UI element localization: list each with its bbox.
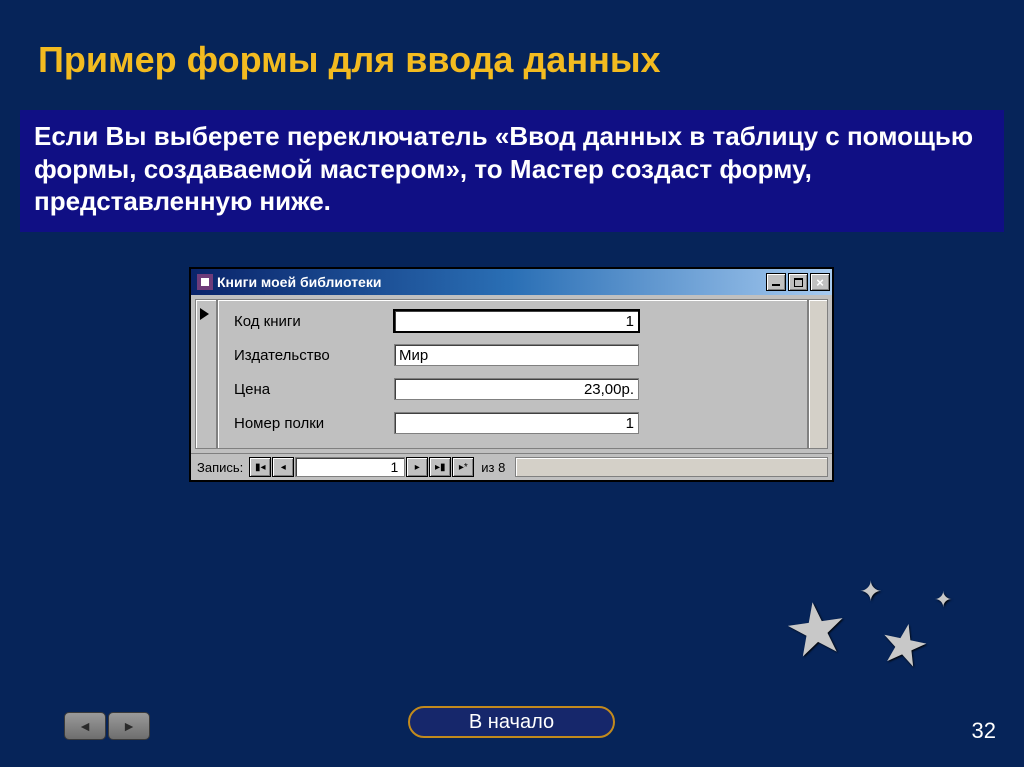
field-label-shelf: Номер полки bbox=[234, 415, 394, 432]
decorative-stars: ★ ★ ✦ ✦ bbox=[764, 557, 984, 697]
field-row: Цена 23,00р. bbox=[234, 378, 797, 400]
field-label-price: Цена bbox=[234, 381, 394, 398]
form-fields-area: Код книги 1 Издательство Мир Цена 23,00р… bbox=[217, 299, 808, 449]
maximize-button[interactable] bbox=[788, 273, 808, 291]
new-record-button[interactable]: ▸* bbox=[452, 457, 474, 477]
close-button[interactable]: × bbox=[810, 273, 830, 291]
goto-start-button[interactable]: В начало bbox=[408, 706, 615, 738]
star-icon: ★ bbox=[778, 583, 854, 675]
next-slide-button[interactable]: ► bbox=[108, 712, 150, 740]
field-input-publisher[interactable]: Мир bbox=[394, 344, 639, 366]
star-icon: ✦ bbox=[859, 575, 882, 608]
slide-nav: ◄ ► bbox=[64, 712, 150, 740]
field-label-publisher: Издательство bbox=[234, 347, 394, 364]
vertical-scrollbar[interactable] bbox=[808, 299, 828, 449]
nav-label: Запись: bbox=[197, 460, 243, 475]
minimize-button[interactable] bbox=[766, 273, 786, 291]
last-record-button[interactable]: ▸▮ bbox=[429, 457, 451, 477]
slide-title: Пример формы для ввода данных bbox=[38, 39, 661, 81]
next-record-button[interactable]: ▸ bbox=[406, 457, 428, 477]
record-selector[interactable] bbox=[195, 299, 217, 449]
field-row: Код книги 1 bbox=[234, 310, 797, 332]
prev-record-button[interactable]: ◂ bbox=[272, 457, 294, 477]
star-icon: ✦ bbox=[934, 587, 952, 613]
prev-slide-button[interactable]: ◄ bbox=[64, 712, 106, 740]
form-window: Книги моей библиотеки × Код книги 1 Изда… bbox=[189, 267, 834, 482]
field-input-code[interactable]: 1 bbox=[394, 310, 639, 332]
window-title: Книги моей библиотеки bbox=[217, 274, 764, 290]
record-number-input[interactable]: 1 bbox=[295, 457, 405, 477]
field-label-code: Код книги bbox=[234, 313, 394, 330]
field-input-shelf[interactable]: 1 bbox=[394, 412, 639, 434]
field-row: Издательство Мир bbox=[234, 344, 797, 366]
current-record-icon bbox=[200, 308, 209, 320]
star-icon: ★ bbox=[873, 608, 936, 683]
field-row: Номер полки 1 bbox=[234, 412, 797, 434]
form-icon bbox=[197, 274, 213, 290]
description-text: Если Вы выберете переключатель «Ввод дан… bbox=[20, 110, 1004, 232]
first-record-button[interactable]: ▮◂ bbox=[249, 457, 271, 477]
record-navigation-bar: Запись: ▮◂ ◂ 1 ▸ ▸▮ ▸* из 8 bbox=[191, 453, 832, 480]
horizontal-scrollbar[interactable] bbox=[515, 457, 828, 477]
window-titlebar[interactable]: Книги моей библиотеки × bbox=[191, 269, 832, 295]
page-number: 32 bbox=[972, 718, 996, 744]
record-count: из 8 bbox=[481, 460, 505, 475]
field-input-price[interactable]: 23,00р. bbox=[394, 378, 639, 400]
